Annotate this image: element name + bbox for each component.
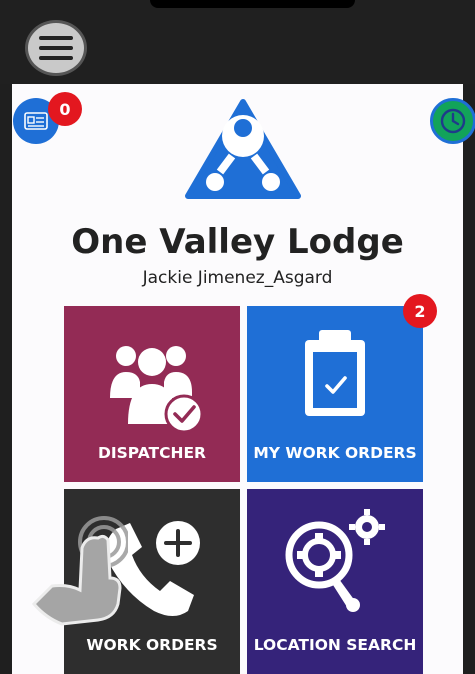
device-frame-left: [0, 0, 12, 674]
clock-icon: [440, 108, 466, 134]
hamburger-menu-icon: [39, 36, 73, 60]
tap-hand-icon: [31, 516, 128, 626]
location-search-label: LOCATION SEARCH: [253, 636, 417, 654]
group-check-icon: [110, 346, 204, 434]
my-work-orders-label: MY WORK ORDERS: [253, 444, 417, 462]
location-search-tile[interactable]: LOCATION SEARCH: [247, 489, 423, 674]
dispatcher-label: DISPATCHER: [98, 444, 206, 462]
app-title: One Valley Lodge: [71, 222, 404, 262]
gear-search-icon: [285, 509, 385, 612]
triangle-nodes-logo: [185, 99, 301, 199]
device-notch: [150, 0, 355, 8]
card-count-badge: 0: [48, 92, 82, 126]
work-orders-label: WORK ORDERS: [86, 636, 218, 654]
my-work-orders-badge: 2: [403, 294, 437, 328]
user-name: Jackie Jimenez_Asgard: [142, 268, 333, 288]
clock-button[interactable]: [430, 98, 475, 144]
top-bar: [0, 0, 475, 84]
id-card-icon: [24, 112, 48, 130]
hamburger-menu-button[interactable]: [25, 20, 87, 76]
clipboard-check-icon: [305, 330, 365, 416]
my-work-orders-tile[interactable]: MY WORK ORDERS: [247, 306, 423, 482]
dispatcher-tile[interactable]: DISPATCHER: [64, 306, 240, 482]
